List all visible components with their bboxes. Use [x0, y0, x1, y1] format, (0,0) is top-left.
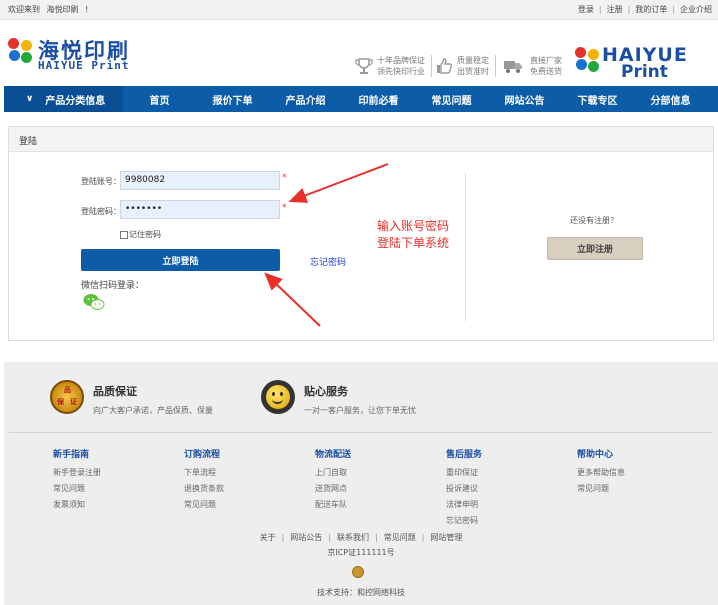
nav-home[interactable]: 首页 — [123, 86, 196, 112]
chevron-down-icon: ∨ — [26, 94, 34, 104]
icp-number: 京ICP证111111号 — [327, 548, 395, 557]
feature-delivery: 直接厂家 免费送货 — [499, 55, 562, 77]
login-button[interactable]: 立即登陆 — [81, 249, 280, 271]
wechat-login-label: 微信扫码登录： — [81, 281, 145, 291]
footer-col-logistics: 物流配送 上门自取 送货网点 配送车队 — [315, 450, 352, 509]
account-label: 登陆账号： — [81, 177, 121, 186]
nav-faq[interactable]: 常见问题 — [415, 86, 488, 112]
top-bar: 欢迎来到 海悦印刷 ! 登录 | 注册 | 我的订单 | 企业介绍 — [0, 0, 718, 20]
footer-link-faq[interactable]: 常见问题 — [384, 533, 416, 542]
footer-link-announcements[interactable]: 网站公告 — [290, 533, 322, 542]
secondary-logo: HAIYUE Print — [575, 43, 715, 83]
panel-divider — [465, 173, 466, 321]
nav-quote-order[interactable]: 报价下单 — [196, 86, 269, 112]
remember-checkbox[interactable] — [120, 230, 128, 239]
nav-branches[interactable]: 分部信息 — [634, 86, 707, 112]
password-input[interactable]: ••••••• — [120, 200, 280, 219]
trophy-icon — [355, 58, 373, 74]
police-badge-icon[interactable] — [352, 566, 364, 578]
account-required-mark: * — [282, 173, 287, 183]
login-link[interactable]: 登录 — [578, 5, 594, 14]
service-quality: 品 保 证 品质保证 向广大客户承诺，产品保质、保量 — [50, 380, 213, 416]
welcome-text: 欢迎来到 海悦印刷 ! — [8, 4, 92, 15]
nav-prepress[interactable]: 印前必看 — [342, 86, 415, 112]
tech-support-text: 技术支持：和控网络科技 — [317, 588, 405, 597]
main-nav: ∨ 产品分类信息 首页 报价下单 产品介绍 印前必看 常见问题 网站公告 下载专… — [4, 86, 718, 112]
logo-dots-icon — [8, 38, 34, 70]
register-link[interactable]: 注册 — [607, 5, 623, 14]
forgot-password-link[interactable]: 忘记密码 — [310, 255, 346, 268]
footer-col-guide: 新手指南 新手登录注册 常见问题 发票须知 — [53, 450, 101, 509]
footer-divider — [9, 432, 713, 433]
welcome-label: 欢迎来到 — [8, 5, 40, 14]
logo-english-text: HAIYUE Print — [38, 59, 130, 72]
site-name: 海悦印刷 — [46, 5, 79, 14]
site-logo[interactable]: 海悦印刷 HAIYUE Print — [8, 35, 173, 75]
welcome-mark: ! — [85, 5, 89, 14]
nav-category-menu[interactable]: ∨ 产品分类信息 — [4, 86, 123, 112]
register-button[interactable]: 立即注册 — [547, 237, 643, 260]
password-required-mark: * — [282, 203, 287, 213]
footer-col-order: 订购流程 下单流程 退换货条款 常见问题 — [184, 450, 224, 509]
nav-products[interactable]: 产品介绍 — [269, 86, 342, 112]
footer: 品 保 证 品质保证 向广大客户承诺，产品保质、保量 贴心服务 一对一客户服务，… — [4, 362, 718, 605]
remember-password[interactable]: 记住密码 — [120, 229, 161, 240]
support-badge-icon — [261, 380, 295, 414]
login-panel-title: 登陆 — [9, 127, 713, 152]
feature-brand: 十年品牌保证 领先快印行业 — [354, 55, 432, 77]
annotation-text: 输入账号密码 登陆下单系统 — [377, 219, 450, 250]
footer-link-about[interactable]: 关于 — [260, 533, 276, 542]
quality-badge-icon: 品 保 证 — [50, 380, 84, 414]
no-account-text: 还没有注册？ — [570, 216, 618, 225]
footer-col-aftersale: 售后服务 重印保证 投诉建议 法律申明 忘记密码 — [446, 450, 483, 525]
nav-announcements[interactable]: 网站公告 — [488, 86, 561, 112]
footer-col-help: 帮助中心 更多帮助信息 常见问题 — [577, 450, 625, 493]
service-support: 贴心服务 一对一客户服务，让您下单无忧 — [261, 380, 416, 416]
password-label: 登陆密码： — [81, 207, 121, 216]
top-links: 登录 | 注册 | 我的订单 | 企业介绍 — [577, 5, 712, 14]
company-intro-link[interactable]: 企业介绍 — [680, 5, 712, 14]
footer-links: 关于 | 网站公告 | 联系我们 | 常见问题 | 网站管理 — [259, 533, 463, 542]
thumbs-up-icon — [437, 58, 453, 74]
logo2-text-line2: Print — [621, 62, 668, 82]
header: 海悦印刷 HAIYUE Print 十年品牌保证 领先快印行业 质量稳定 出货准时 … — [0, 21, 718, 84]
truck-icon — [504, 61, 522, 73]
my-orders-link[interactable]: 我的订单 — [635, 5, 667, 14]
feature-quality: 质量稳定 出货准时 — [434, 55, 496, 77]
account-input[interactable]: 9980082 — [120, 171, 280, 190]
nav-downloads[interactable]: 下载专区 — [561, 86, 634, 112]
footer-link-contact[interactable]: 联系我们 — [337, 533, 369, 542]
wechat-icon[interactable] — [83, 293, 105, 311]
footer-link-admin[interactable]: 网站管理 — [430, 533, 462, 542]
logo2-dots-icon — [575, 47, 601, 79]
login-panel: 登陆 登陆账号： 9980082 * 登陆密码： ••••••• * 记住密码 … — [8, 126, 714, 341]
